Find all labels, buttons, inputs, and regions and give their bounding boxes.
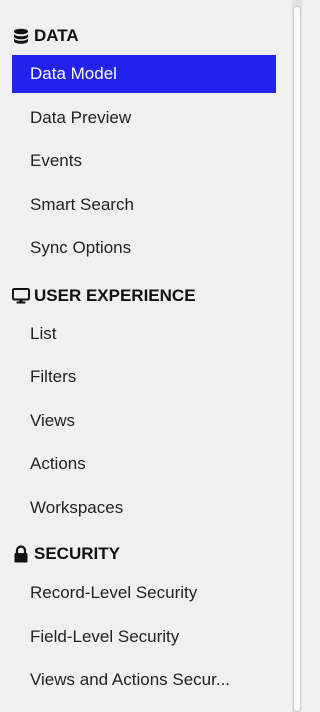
- nav-item-data-model[interactable]: Data Model: [12, 55, 276, 93]
- vertical-scrollbar[interactable]: [292, 0, 302, 712]
- section-header-user-experience: USER EXPERIENCE: [12, 284, 196, 308]
- nav-item-field-level-security[interactable]: Field-Level Security: [12, 618, 276, 656]
- monitor-icon: [12, 287, 30, 305]
- section-title-security: SECURITY: [34, 544, 120, 563]
- nav-item-list[interactable]: List: [12, 315, 276, 353]
- nav-item-record-level-security[interactable]: Record-Level Security: [12, 574, 276, 612]
- database-icon: [12, 27, 30, 45]
- section-title-user-experience: USER EXPERIENCE: [34, 286, 196, 305]
- section-header-security: SECURITY: [12, 542, 120, 566]
- nav-item-data-preview[interactable]: Data Preview: [12, 99, 276, 137]
- lock-icon: [12, 545, 30, 563]
- section-header-data: DATA: [12, 24, 79, 48]
- scrollbar-thumb[interactable]: [293, 6, 301, 712]
- nav-item-actions[interactable]: Actions: [12, 445, 276, 483]
- settings-sidebar: DATA Data Model Data Preview Events Smar…: [0, 0, 292, 712]
- section-title-data: DATA: [34, 26, 79, 45]
- nav-item-views-and-actions-security[interactable]: Views and Actions Secur...: [12, 661, 276, 699]
- nav-item-views[interactable]: Views: [12, 402, 276, 440]
- nav-item-smart-search[interactable]: Smart Search: [12, 186, 276, 224]
- nav-item-filters[interactable]: Filters: [12, 358, 276, 396]
- nav-item-events[interactable]: Events: [12, 142, 276, 180]
- nav-item-workspaces[interactable]: Workspaces: [12, 489, 276, 527]
- nav-item-sync-options[interactable]: Sync Options: [12, 229, 276, 267]
